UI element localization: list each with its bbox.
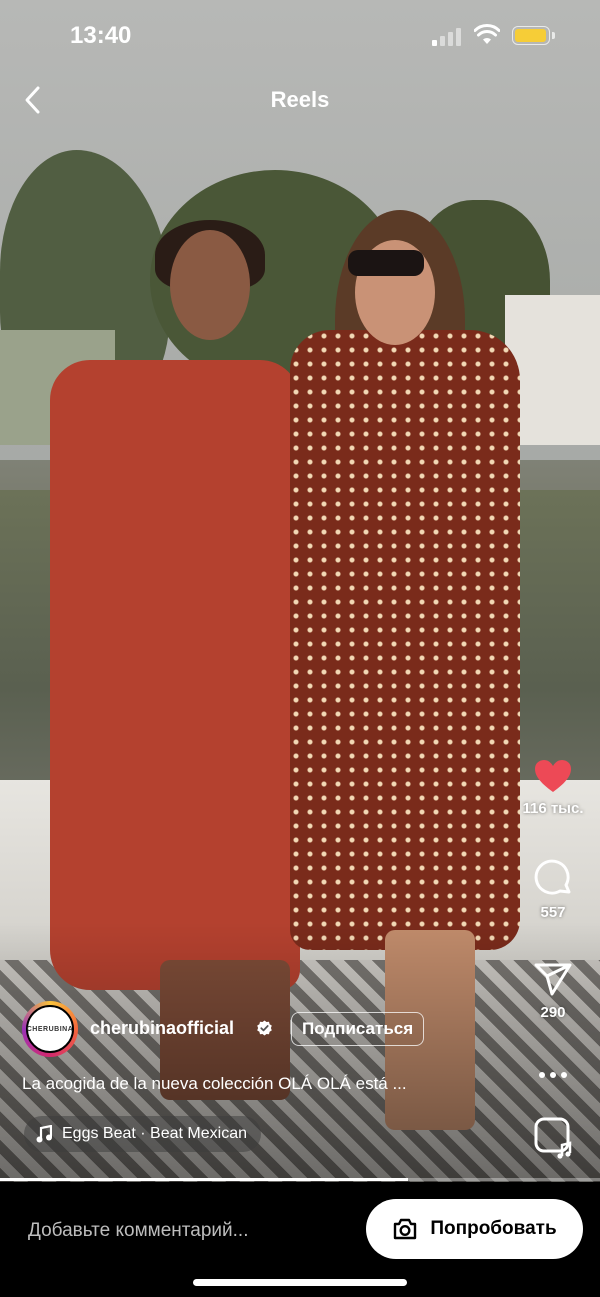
like-button[interactable]: 116 тыс. [513,758,593,817]
share-button[interactable]: 290 [513,962,593,1021]
page-title: Reels [270,87,330,112]
try-button[interactable]: Попробовать [366,1199,583,1259]
more-options-button[interactable] [513,1060,593,1090]
video-progress-fill [0,1178,408,1181]
music-track-pill[interactable]: Eggs Beat · Beat Mexican [24,1116,261,1152]
share-count: 290 [540,1004,566,1021]
comment-bubble-icon [534,859,571,895]
video-progress-bar[interactable] [0,1178,600,1181]
heart-icon [535,760,571,792]
status-time: 13:40 [70,22,132,49]
home-indicator [193,1279,407,1286]
avatar-logo-text: CHERUBINA [26,1005,74,1053]
status-bar: 13:40 [0,0,600,70]
comment-input[interactable]: Добавьте комментарий... [28,1220,248,1242]
comment-count: 557 [540,904,566,921]
reel-video[interactable] [0,0,600,1182]
cellular-signal-icon [432,26,464,46]
camera-icon [394,1218,417,1240]
battery-icon [512,26,555,45]
music-note-icon [36,1125,52,1143]
comment-button[interactable]: 557 [513,858,593,921]
music-track-label: Eggs Beat · Beat Mexican [62,1125,247,1142]
paper-plane-icon [534,963,572,996]
like-count: 116 тыс. [522,800,584,817]
try-button-label: Попробовать [430,1218,557,1239]
audio-music-icon [534,1117,572,1159]
more-dots-icon [539,1072,567,1078]
bottom-bar: Добавьте комментарий... Попробовать [0,1182,600,1297]
audio-page-button[interactable] [513,1116,593,1160]
follow-button[interactable]: Подписаться [291,1012,425,1046]
author-avatar[interactable]: CHERUBINA [22,1001,78,1057]
author-username[interactable]: cherubinaofficial [90,1018,234,1039]
wifi-icon [474,24,500,44]
post-caption[interactable]: La acogida de la nueva colección OLÁ OLÁ… [22,1074,492,1094]
verified-badge-icon [257,1020,272,1036]
